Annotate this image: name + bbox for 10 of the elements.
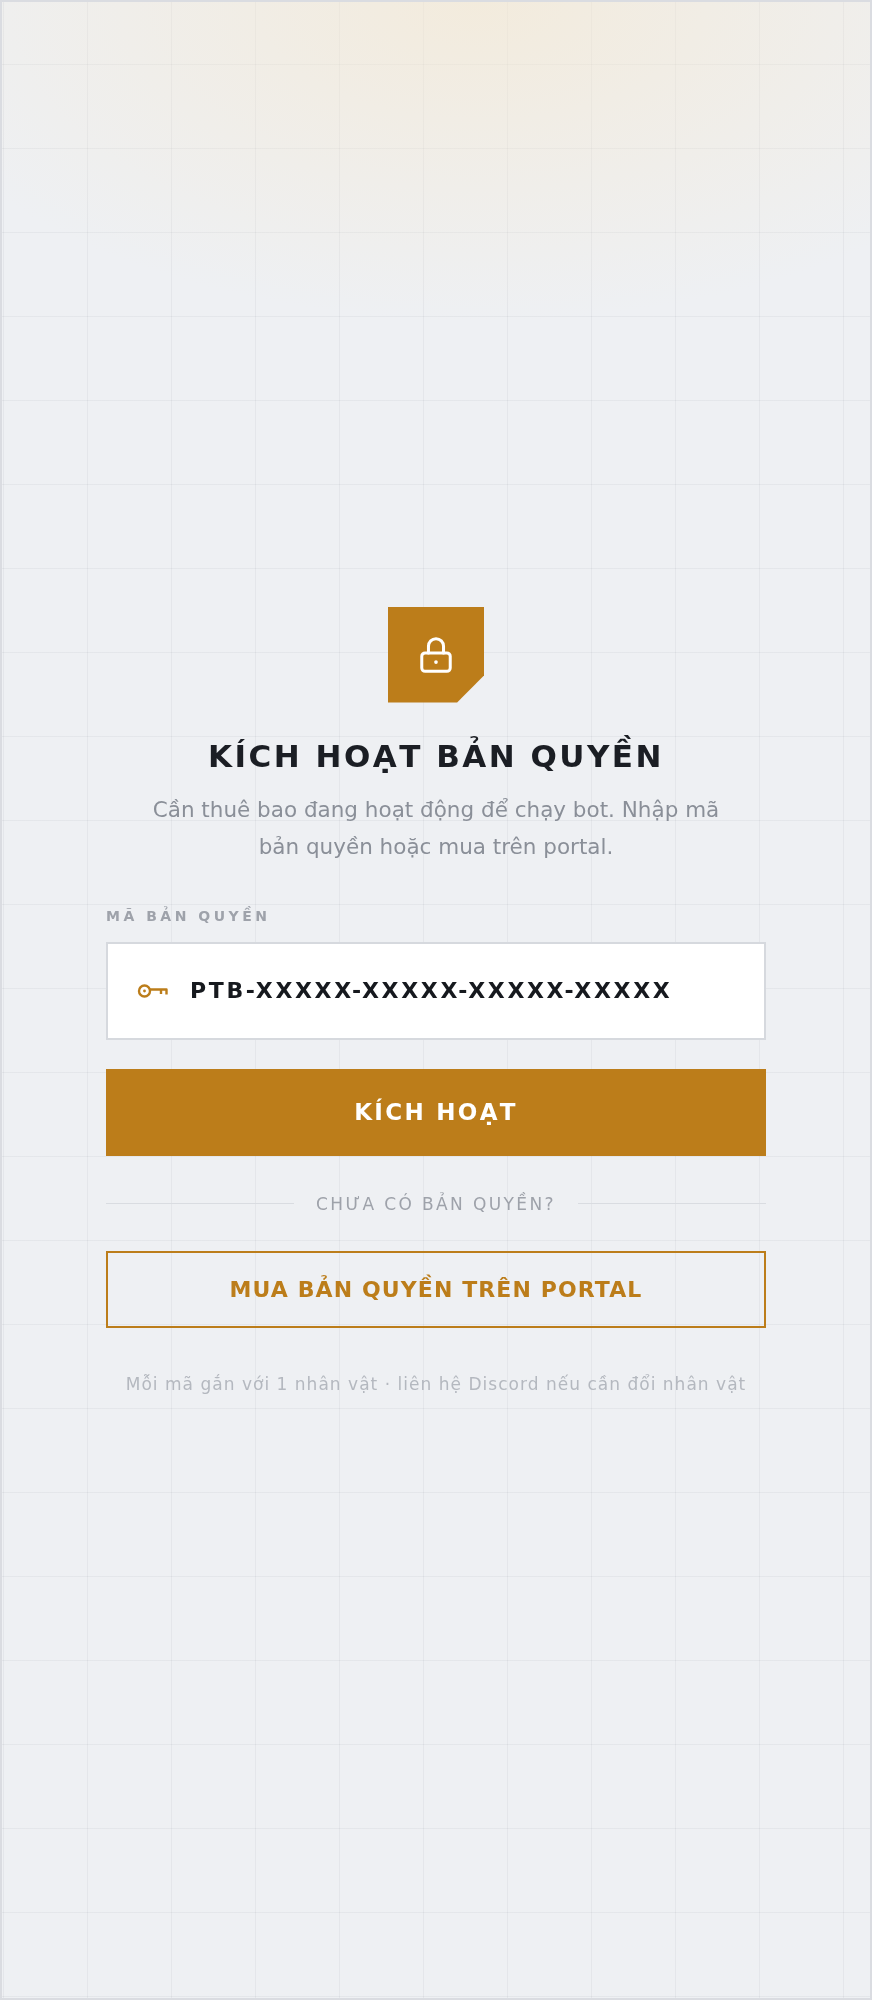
portal-button[interactable]: MUA BẢN QUYỀN TRÊN PORTAL (106, 1250, 766, 1328)
key-icon (137, 982, 168, 999)
subtitle-text: Cần thuê bao đang hoạt động để chạy bot. Nhập mã bản quyền hoặc mua trên portal. (151, 795, 721, 861)
license-key-field[interactable]: PTB-XXXXX-XXXXX-XXXXX-XXXXX (106, 941, 766, 1040)
page-title: KÍCH HOẠT BẢN QUYỀN (208, 736, 664, 775)
divider-label: CHƯA CÓ BẢN QUYỀN? (316, 1193, 556, 1214)
footer-note: Mỗi mã gắn với 1 nhân vật · liên hệ Discord nếu cần đổi nhân vật (125, 1373, 747, 1394)
field-label: MÃ BẢN QUYỀN (106, 906, 271, 925)
lock-icon (419, 636, 453, 673)
activate-button[interactable]: KÍCH HOẠT (106, 1068, 766, 1156)
